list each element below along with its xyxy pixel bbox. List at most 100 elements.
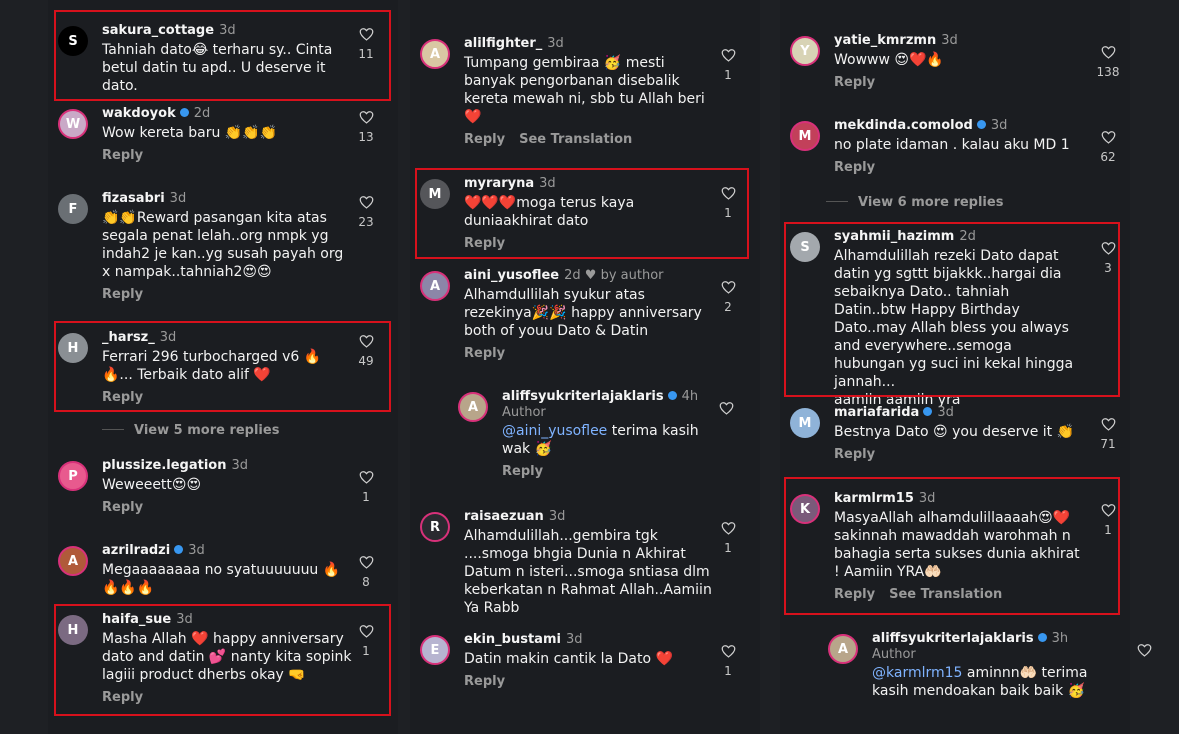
timestamp: 3d [918,491,936,506]
timestamp: 3d [539,176,556,191]
username[interactable]: _harsz_ [102,330,155,345]
heart-icon[interactable] [1101,417,1116,431]
comment-text: Megaaaaaaaa no syatuuuuuuu 🔥 🔥🔥🔥 [102,562,341,596]
avatar[interactable]: A [828,634,858,664]
reply-button[interactable]: Reply [834,587,875,602]
heart-icon[interactable] [359,624,374,638]
reply-button[interactable]: Reply [102,690,143,705]
avatar[interactable]: M [790,121,820,151]
username[interactable]: mariafarida [834,405,919,420]
username[interactable]: aliffsyukriterlajaklaris [872,631,1034,646]
reply-button[interactable]: Reply [464,674,505,689]
mention-link[interactable]: @karmlrm15 [872,665,962,681]
username[interactable]: aini_yusoflee [464,268,559,283]
like-count: 1 [724,68,732,82]
heart-icon[interactable] [1101,130,1116,144]
heart-icon[interactable] [359,334,374,348]
view-more-replies-button[interactable]: View 6 more replies [826,195,1003,210]
username[interactable]: azrilradzi [102,543,170,558]
like-count: 23 [358,215,374,229]
heart-icon[interactable] [1101,241,1116,255]
heart-icon[interactable] [359,195,374,209]
heart-icon[interactable] [1101,503,1116,517]
username[interactable]: ekin_bustami [464,632,561,647]
reply-button[interactable]: Reply [834,447,875,462]
avatar[interactable]: H [58,615,88,645]
avatar[interactable]: R [420,512,450,542]
comment-text: Alhamdulillah...gembira tgk ....smoga bh… [464,528,712,616]
comment-text: Wow kereta baru 👏👏👏 [102,125,278,141]
username[interactable]: yatie_kmrzmn [834,33,936,48]
heart-icon[interactable] [721,280,736,294]
avatar[interactable]: P [58,461,88,491]
reply-button[interactable]: Reply [834,160,875,175]
heart-icon[interactable] [719,401,734,415]
avatar[interactable]: K [790,494,820,524]
reply-button[interactable]: Reply [464,132,505,147]
reply-button[interactable]: Reply [102,148,143,163]
username[interactable]: alilfighter_ [464,36,542,51]
like-count: 1 [1104,523,1112,537]
see-translation-button[interactable]: See Translation [889,587,1002,602]
like-count: 1 [362,490,370,504]
timestamp: 3d [159,330,177,345]
heart-icon[interactable] [721,521,736,535]
reply-button[interactable]: Reply [102,390,143,405]
username[interactable]: myraryna [464,176,534,191]
comment-column-3: Y yatie_kmrzmn 3d Wowww 😍❤️🔥 Reply 138 M … [780,0,1151,734]
avatar[interactable]: A [420,39,450,69]
avatar[interactable]: A [58,546,88,576]
heart-icon[interactable] [1137,643,1152,657]
username[interactable]: plussize.legation [102,458,226,473]
username[interactable]: sakura_cottage [102,23,214,38]
avatar[interactable]: W [58,109,88,139]
comment-text: 👏👏Reward pasangan kita atas segala penat… [102,210,344,280]
avatar[interactable]: A [420,271,450,301]
reply-button[interactable]: Reply [464,236,505,251]
comment-text: @karmlrm15 aminnn🤲🏻 terima kasih mendoak… [872,665,1088,699]
like-count: 1 [724,206,732,220]
username[interactable]: syahmii_hazimm [834,229,954,244]
timestamp: 3d [990,118,1008,133]
heart-icon[interactable] [1101,45,1116,59]
avatar[interactable]: F [58,194,88,224]
like-count: 8 [362,575,370,589]
mention-link[interactable]: @aini_yusoflee [502,423,607,439]
username[interactable]: raisaezuan [464,509,544,524]
username[interactable]: aliffsyukriterlajaklaris [502,389,664,404]
heart-icon[interactable] [721,186,736,200]
avatar[interactable]: S [790,232,820,262]
reply-button[interactable]: Reply [834,75,875,90]
heart-icon[interactable] [721,644,736,658]
avatar[interactable]: S [58,26,88,56]
heart-icon[interactable] [721,48,736,62]
comment-text: ❤️❤️❤️moga terus kaya duniaakhirat dato [464,195,635,229]
avatar[interactable]: E [420,635,450,665]
comments-screenshot: S sakura_cottage 3d Tahniah dato😂 terharu… [0,0,1179,734]
avatar[interactable]: M [790,408,820,438]
reply-button[interactable]: Reply [102,500,143,515]
heart-icon[interactable] [359,555,374,569]
heart-icon[interactable] [359,110,374,124]
username[interactable]: karmlrm15 [834,491,914,506]
avatar[interactable]: A [458,392,488,422]
avatar[interactable]: M [420,179,450,209]
comment-text: @aini_yusoflee terima kasih wak 🥳 [502,423,699,457]
username[interactable]: mekdinda.comolod [834,118,973,133]
timestamp: 3d [565,632,583,647]
view-more-replies-button[interactable]: View 5 more replies [102,423,279,438]
heart-icon[interactable] [359,470,374,484]
reply-button[interactable]: Reply [502,464,543,479]
heart-icon[interactable] [359,27,374,41]
reply-button[interactable]: Reply [464,346,505,361]
username[interactable]: wakdoyok [102,106,176,121]
timestamp: 2d [193,106,211,121]
avatar[interactable]: H [58,333,88,363]
timestamp: 3d [188,543,205,558]
avatar[interactable]: Y [790,36,820,66]
see-translation-button[interactable]: See Translation [519,132,632,147]
username[interactable]: fizasabri [102,191,165,206]
reply-button[interactable]: Reply [102,287,143,302]
username[interactable]: haifa_sue [102,612,171,627]
like-count: 13 [358,130,374,144]
